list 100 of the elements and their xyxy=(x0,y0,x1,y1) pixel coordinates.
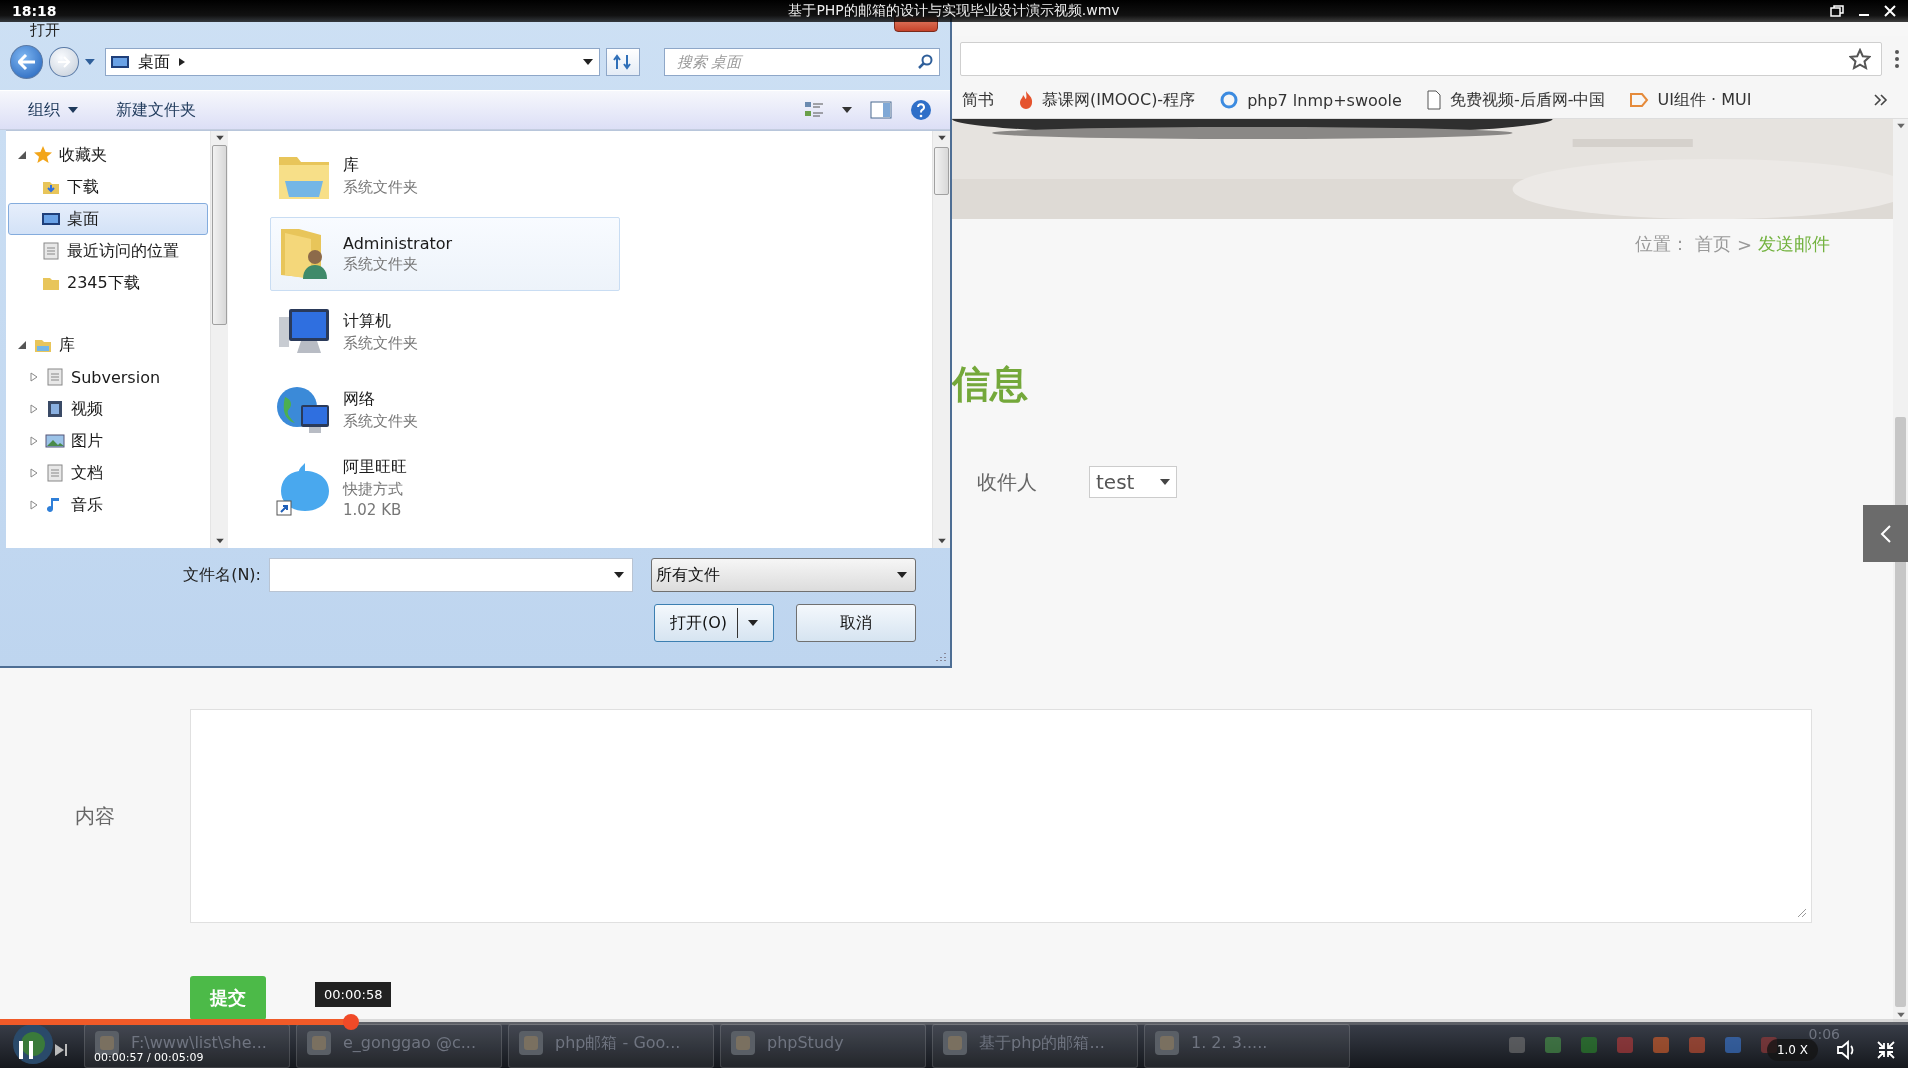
breadcrumb-current: 发送邮件 xyxy=(1758,232,1830,256)
recipient-label: 收件人 xyxy=(977,468,1037,496)
file-name: 网络 xyxy=(343,389,376,410)
new-folder-button[interactable]: 新建文件夹 xyxy=(112,97,200,123)
tray-icon[interactable] xyxy=(1506,1035,1527,1055)
expand-arrow-icon[interactable] xyxy=(29,468,39,478)
caret-icon xyxy=(748,619,759,627)
back-button[interactable] xyxy=(10,45,44,79)
progress-handle[interactable] xyxy=(343,1014,360,1030)
cancel-button[interactable]: 取消 xyxy=(796,604,916,642)
file-item[interactable]: 网络 系统文件夹 xyxy=(270,373,620,447)
menu-icon[interactable] xyxy=(1894,49,1900,69)
refresh-icon xyxy=(612,53,633,71)
content-label: 内容 xyxy=(75,802,115,830)
tree-item[interactable]: 音乐 xyxy=(8,489,208,521)
help-icon[interactable] xyxy=(910,99,932,121)
close-icon[interactable] xyxy=(1884,5,1896,17)
speed-button[interactable]: 1.0 X xyxy=(1766,1039,1818,1061)
tree-item[interactable]: 桌面 xyxy=(8,203,208,235)
file-type: 系统文件夹 xyxy=(343,334,418,353)
star-icon[interactable] xyxy=(1849,48,1871,70)
bookmark-link[interactable]: 慕课网(IMOOC)-程序 xyxy=(1018,89,1196,111)
caret-icon xyxy=(1160,478,1170,486)
progress-bar[interactable] xyxy=(0,1019,1908,1025)
pause-icon[interactable] xyxy=(18,1040,34,1060)
view-caret-icon xyxy=(842,106,852,114)
scrollbar[interactable] xyxy=(932,131,950,548)
bookmark-link[interactable]: 简书 xyxy=(962,89,994,111)
tree-item[interactable]: 图片 xyxy=(8,425,208,457)
filename-label: 文件名(N): xyxy=(183,564,261,586)
image-icon xyxy=(45,431,65,451)
caret-icon xyxy=(897,571,907,579)
scrollbar-thumb[interactable] xyxy=(934,147,949,195)
scrollbar[interactable] xyxy=(210,131,228,548)
open-button[interactable]: 打开(O) xyxy=(654,604,774,642)
path-segment[interactable]: 桌面 xyxy=(137,51,170,73)
app-icon xyxy=(517,1029,545,1057)
bookmark-link[interactable]: 免费视频-后盾网-中国 xyxy=(1425,89,1606,111)
forward-button[interactable] xyxy=(49,47,79,77)
restore-icon[interactable] xyxy=(1830,5,1844,17)
file-name: 计算机 xyxy=(343,311,392,332)
scrollbar-thumb[interactable] xyxy=(1895,416,1906,1007)
collapse-arrow-icon[interactable] xyxy=(17,340,27,350)
file-item[interactable]: 阿里旺旺 快捷方式 1.02 KB xyxy=(270,451,620,525)
dropdown-caret-icon xyxy=(582,58,593,66)
view-options-icon[interactable] xyxy=(804,101,824,119)
exit-fullscreen-icon[interactable] xyxy=(1876,1040,1896,1060)
tree-item[interactable]: 文档 xyxy=(8,457,208,489)
search-field[interactable]: 搜索 桌面 xyxy=(663,48,940,76)
arrow-left-icon xyxy=(17,54,36,70)
document-icon xyxy=(45,463,65,483)
expand-arrow-icon[interactable] xyxy=(29,500,39,510)
organize-menu-button[interactable]: 组织 xyxy=(24,97,82,123)
expand-arrow-icon[interactable] xyxy=(29,372,39,382)
app-icon xyxy=(305,1029,333,1057)
chevron-right-icon xyxy=(177,57,186,67)
app-icon xyxy=(729,1029,757,1057)
file-type: 系统文件夹 xyxy=(343,178,418,197)
recipient-select[interactable]: test xyxy=(1089,466,1177,498)
file-name: 阿里旺旺 xyxy=(343,457,407,478)
playback-time: 00:00:57 / 00:05:09 xyxy=(94,1051,204,1064)
dialog-title: 打开 xyxy=(30,21,61,40)
tree-item[interactable]: 下载 xyxy=(8,171,208,203)
scrollbar[interactable] xyxy=(1893,119,1908,1022)
tree-item[interactable]: 最近访问的位置 xyxy=(8,235,208,267)
chevron-left-icon xyxy=(1879,524,1892,543)
address-field[interactable]: 桌面 xyxy=(104,48,600,76)
collapse-arrow-icon[interactable] xyxy=(17,150,27,160)
expand-arrow-icon[interactable] xyxy=(29,436,39,446)
scrollbar-thumb[interactable] xyxy=(212,145,227,325)
scroll-up-icon xyxy=(1896,123,1905,129)
tray-icon[interactable] xyxy=(1542,1035,1563,1055)
tree-group[interactable]: 库 xyxy=(8,329,208,361)
file-item[interactable]: 库 系统文件夹 xyxy=(270,139,620,213)
bookmark-link[interactable]: php7 lnmp+swoole xyxy=(1219,90,1402,110)
double-chevron-icon[interactable] xyxy=(1874,94,1888,106)
skip-next-icon[interactable] xyxy=(54,1043,68,1057)
tree-group[interactable]: 收藏夹 xyxy=(8,139,208,171)
resize-grip-icon xyxy=(1797,908,1807,918)
tray-icon[interactable] xyxy=(1578,1035,1599,1055)
file-item[interactable]: 计算机 系统文件夹 xyxy=(270,295,620,369)
file-item[interactable]: Administrator 系统文件夹 xyxy=(270,217,620,291)
taskbar-clock: 0:06 xyxy=(1808,1026,1840,1042)
preview-pane-icon[interactable] xyxy=(870,101,892,119)
tray-icon[interactable] xyxy=(1686,1035,1707,1055)
tree-item[interactable]: Subversion xyxy=(8,361,208,393)
file-type-select[interactable]: 所有文件 xyxy=(651,558,916,592)
tree-item[interactable]: 视频 xyxy=(8,393,208,425)
tray-icon[interactable] xyxy=(1650,1035,1671,1055)
tray-icon[interactable] xyxy=(1614,1035,1635,1055)
document-icon xyxy=(45,367,65,387)
tray-icon[interactable] xyxy=(1722,1035,1743,1055)
bookmark-link[interactable]: UI组件 · MUI xyxy=(1629,89,1752,111)
filename-field[interactable] xyxy=(269,558,633,592)
refresh-button[interactable] xyxy=(605,48,640,76)
expand-arrow-icon[interactable] xyxy=(29,404,39,414)
tray-icon[interactable] xyxy=(1758,1035,1779,1055)
tree-item[interactable]: 2345下载 xyxy=(8,267,208,299)
scroll-down-icon xyxy=(215,538,224,544)
circle-icon xyxy=(1219,90,1240,110)
